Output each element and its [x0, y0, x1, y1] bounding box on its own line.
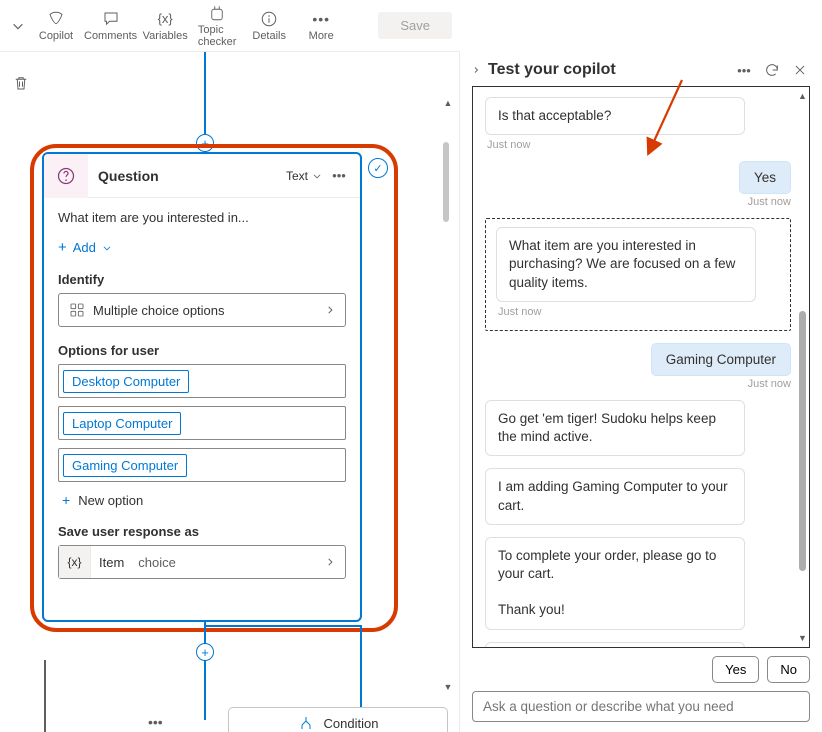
condition-node[interactable]: Condition	[228, 707, 448, 732]
refresh-button[interactable]	[762, 60, 782, 80]
close-button[interactable]	[790, 60, 810, 80]
scroll-thumb[interactable]	[799, 311, 806, 571]
bot-message: Go get 'em tiger! Sudoku helps keep the …	[485, 400, 745, 456]
node-header: Question Text •••	[44, 154, 360, 198]
user-message: Yes	[739, 161, 791, 194]
test-more-button[interactable]: •••	[734, 60, 754, 80]
canvas-more[interactable]: •••	[148, 714, 163, 730]
identify-label: Identify	[58, 272, 346, 287]
toolbar-copilot[interactable]: Copilot	[32, 4, 80, 48]
test-panel: Test your copilot ••• ▲ ▼ Is that accept…	[460, 52, 822, 732]
comment-icon	[102, 10, 120, 28]
scroll-up-icon: ▲	[443, 98, 453, 108]
add-node-button[interactable]: +	[196, 643, 214, 661]
scroll-down-icon: ▼	[443, 682, 453, 692]
test-panel-title: Test your copilot	[488, 61, 726, 79]
chevron-down-icon	[102, 243, 112, 253]
question-text[interactable]: What item are you interested in...	[58, 210, 346, 225]
chat-scrollbar[interactable]: ▲ ▼	[797, 89, 807, 645]
save-button[interactable]: Save	[378, 12, 452, 39]
variable-type: choice	[132, 555, 182, 570]
toolbar-details[interactable]: Details	[245, 4, 293, 48]
user-message: Gaming Computer	[651, 343, 791, 376]
quick-reply-yes[interactable]: Yes	[712, 656, 759, 683]
bot-message: I am adding Gaming Computer to your cart…	[485, 468, 745, 524]
flow-connector	[204, 625, 362, 627]
node-valid-icon: ✓	[368, 158, 388, 178]
option-chip: Laptop Computer	[63, 412, 181, 435]
bot-message: What item are you interested in purchasi…	[496, 227, 756, 302]
question-node-wrap: ✓ Question Text ••• What item are you in…	[42, 152, 386, 622]
more-icon: •••	[312, 10, 330, 28]
flow-connector	[204, 620, 206, 720]
toolbar-label: Details	[252, 30, 286, 42]
canvas-scrollbar[interactable]: ▲ ▼	[443, 92, 453, 722]
timestamp: Just now	[748, 378, 791, 390]
toolbar-variables[interactable]: {x} Variables	[141, 4, 189, 48]
node-type-selector[interactable]: Text	[286, 169, 322, 183]
chevron-down-icon	[312, 171, 322, 181]
topic-checker-icon	[208, 4, 226, 22]
chat-input-row	[472, 691, 810, 722]
toolbar-label: Comments	[84, 30, 137, 42]
chat-transcript: ▲ ▼ Is that acceptable? Just now Yes Jus…	[472, 86, 810, 648]
condition-icon	[298, 715, 314, 731]
toolbar-label: More	[309, 30, 334, 42]
variable-icon: {x}	[59, 546, 91, 578]
bot-message: Is that acceptable?	[485, 97, 745, 135]
question-node[interactable]: ✓ Question Text ••• What item are you in…	[42, 152, 362, 622]
toolbar-comments[interactable]: Comments	[84, 4, 137, 48]
options-list: Desktop Computer Laptop Computer Gaming Co…	[58, 364, 346, 482]
identify-select[interactable]: Multiple choice options	[58, 293, 346, 327]
flow-connector	[44, 660, 46, 732]
node-more-button[interactable]: •••	[328, 168, 350, 183]
timestamp: Just now	[498, 306, 780, 318]
new-option-button[interactable]: + New option	[62, 492, 346, 508]
chat-input[interactable]	[483, 699, 799, 714]
node-title: Question	[98, 168, 286, 184]
option-chip: Desktop Computer	[63, 370, 189, 393]
copilot-icon	[47, 10, 65, 28]
info-icon	[260, 10, 278, 28]
option-input[interactable]: Desktop Computer	[58, 364, 346, 398]
toolbar-more[interactable]: ••• More	[297, 4, 345, 48]
authoring-canvas: + ✓ Question Text ••• What item are	[0, 52, 460, 732]
toolbar: Copilot Comments {x} Variables Topicchec…	[0, 0, 460, 52]
bot-message: To complete your order, please go to you…	[485, 537, 745, 630]
toolbar-label: Topicchecker	[198, 24, 237, 48]
option-input[interactable]: Laptop Computer	[58, 406, 346, 440]
add-button[interactable]: + Add	[58, 239, 346, 256]
delete-button[interactable]	[8, 70, 34, 96]
option-input[interactable]: Gaming Computer	[58, 448, 346, 482]
collapse-icon[interactable]	[472, 64, 480, 76]
toolbar-label: Copilot	[39, 30, 73, 42]
option-chip: Gaming Computer	[63, 454, 187, 477]
options-label: Options for user	[58, 343, 346, 358]
add-node-button[interactable]: +	[196, 134, 214, 152]
identify-value: Multiple choice options	[93, 303, 225, 318]
toolbar-expand[interactable]	[8, 19, 28, 33]
variable-name: Item	[91, 555, 132, 570]
question-icon	[44, 154, 88, 198]
variable-select[interactable]: {x} Item choice	[58, 545, 346, 579]
timestamp: Just now	[487, 139, 791, 151]
quick-reply-no[interactable]: No	[767, 656, 810, 683]
bot-message: Did that answer your question?	[485, 642, 745, 648]
chevron-right-icon	[325, 555, 345, 569]
scroll-thumb[interactable]	[443, 142, 449, 222]
focused-message[interactable]: What item are you interested in purchasi…	[485, 218, 791, 331]
timestamp: Just now	[748, 196, 791, 208]
chevron-right-icon	[325, 303, 335, 317]
toolbar-topic-checker[interactable]: Topicchecker	[193, 4, 241, 48]
save-as-label: Save user response as	[58, 524, 346, 539]
variables-icon: {x}	[156, 10, 174, 28]
grid-icon	[69, 302, 85, 318]
toolbar-label: Variables	[143, 30, 188, 42]
quick-replies: Yes No	[472, 656, 810, 683]
